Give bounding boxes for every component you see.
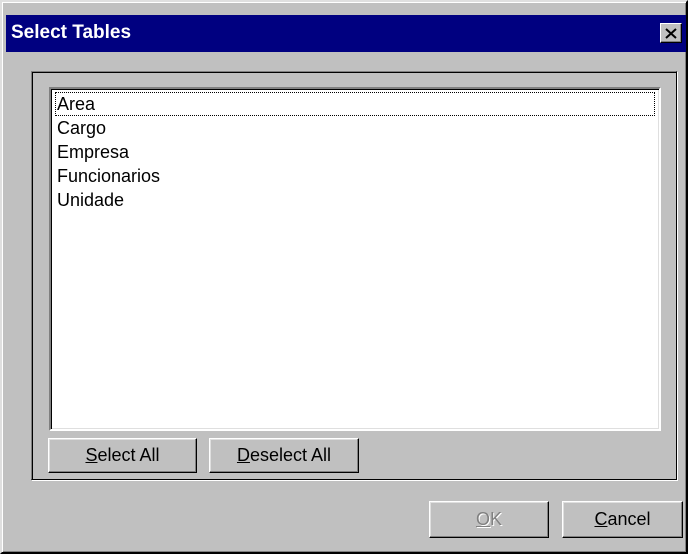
tables-listbox[interactable]: Area Cargo Empresa Funcionarios Unidade xyxy=(49,87,661,431)
title-bar[interactable]: Select Tables xyxy=(6,15,686,52)
list-item[interactable]: Funcionarios xyxy=(55,164,655,188)
close-icon xyxy=(665,27,677,39)
cancel-label: Cancel xyxy=(594,509,651,529)
dialog-title: Select Tables xyxy=(11,22,132,43)
select-all-button[interactable]: Select All xyxy=(48,438,197,473)
close-button[interactable] xyxy=(660,23,682,43)
select-all-label: Select All xyxy=(85,445,160,465)
deselect-all-button[interactable]: Deselect All xyxy=(209,438,359,473)
cancel-button[interactable]: Cancel xyxy=(562,501,683,538)
select-tables-dialog: Select Tables Area Cargo Empresa Funcionari… xyxy=(0,0,688,554)
list-item[interactable]: Empresa xyxy=(55,140,655,164)
list-item[interactable]: Cargo xyxy=(55,116,655,140)
list-item[interactable]: Area xyxy=(55,92,655,116)
ok-button[interactable]: OK xyxy=(429,501,549,538)
list-item[interactable]: Unidade xyxy=(55,188,655,212)
ok-label: OK xyxy=(475,509,503,529)
tables-list: Area Cargo Empresa Funcionarios Unidade xyxy=(55,92,655,212)
deselect-all-label: Deselect All xyxy=(236,445,332,465)
